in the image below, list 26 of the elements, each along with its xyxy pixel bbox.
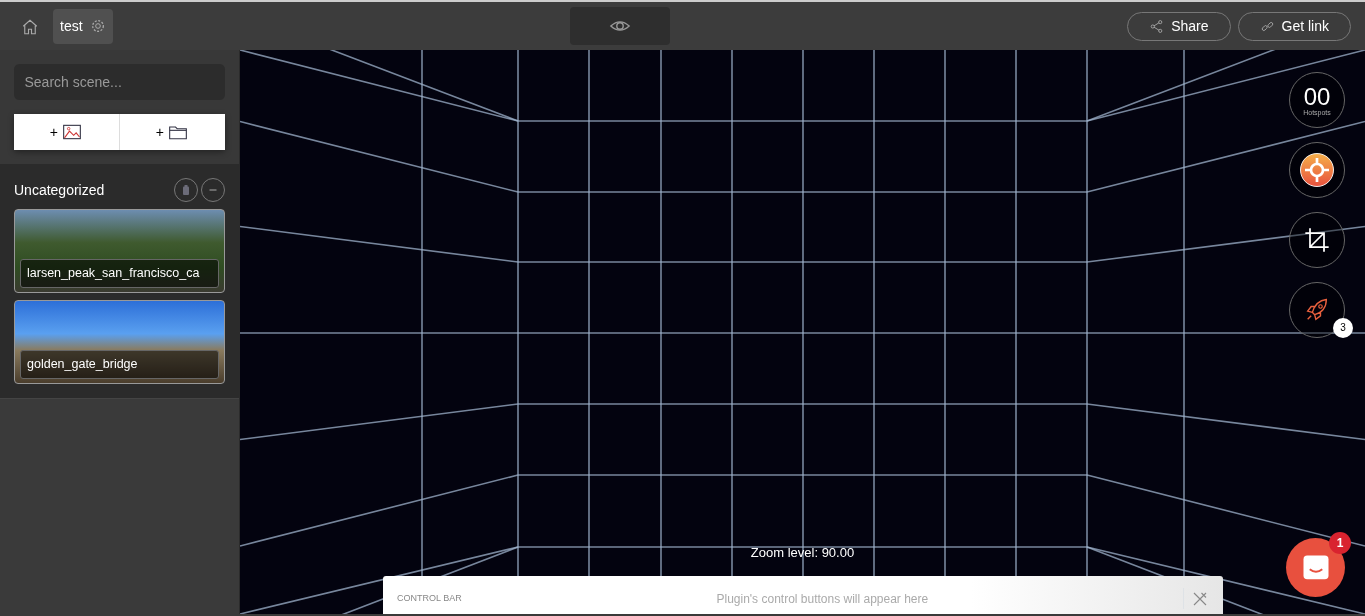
control-bar-message: Plugin's control buttons will appear here: [715, 590, 930, 608]
zoom-level: Zoom level: 90.00: [750, 545, 855, 560]
add-image-button[interactable]: +: [14, 114, 119, 150]
home-icon: [21, 17, 39, 36]
settings-icon[interactable]: [89, 18, 106, 34]
preview-button[interactable]: [569, 7, 670, 45]
project-tab[interactable]: test: [53, 8, 113, 44]
notification-badge: 1: [1329, 532, 1351, 554]
rocket-button[interactable]: [1289, 282, 1345, 338]
scene-thumbnail[interactable]: golden_gate_bridge: [14, 300, 225, 384]
scene-name: larsen_peak_san_francisco_ca: [20, 259, 219, 288]
target-button[interactable]: [1289, 142, 1345, 198]
control-bar-label: CONTROL BAR: [397, 591, 462, 605]
project-name: test: [60, 16, 83, 36]
count-badge: 3: [1333, 318, 1353, 338]
chat-button[interactable]: [1286, 538, 1345, 597]
category-title: Uncategorized: [14, 180, 106, 200]
image-icon: [61, 122, 84, 142]
share-icon: [1149, 18, 1165, 34]
scene-name: golden_gate_bridge: [20, 350, 219, 379]
search-field[interactable]: Search scene...: [14, 64, 225, 100]
crop-icon: [1303, 226, 1331, 254]
scene-thumbnail[interactable]: larsen_peak_san_francisco_ca: [14, 209, 225, 293]
target-icon: [1299, 152, 1335, 188]
add-folder-button[interactable]: +: [119, 114, 225, 150]
crop-button[interactable]: [1289, 212, 1345, 268]
